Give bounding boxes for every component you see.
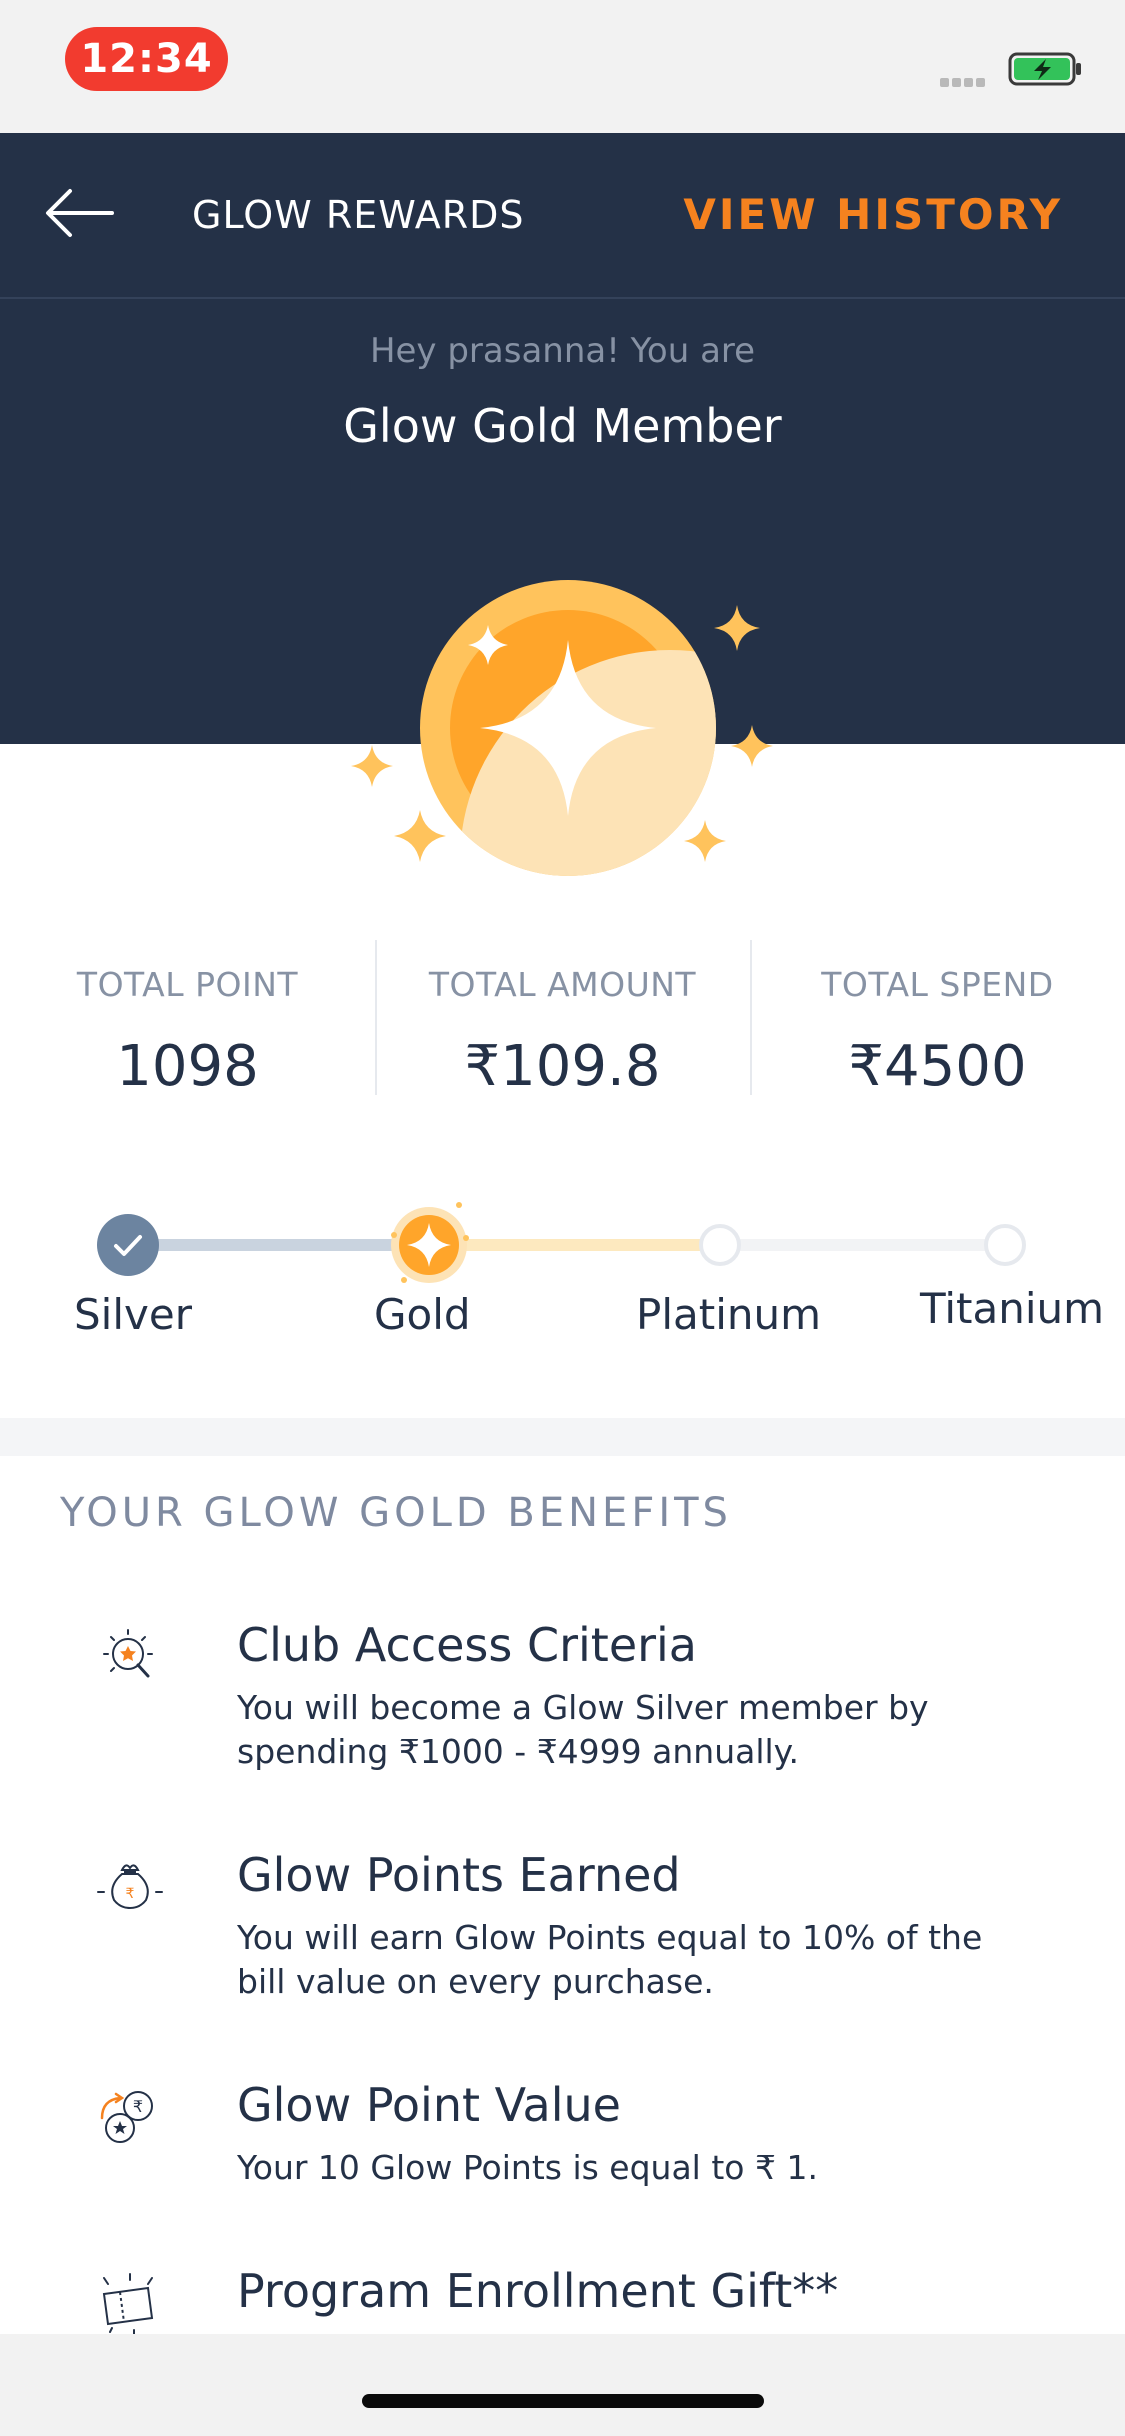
member-level: Glow Gold Member xyxy=(343,399,782,453)
tier-label-titanium: Titanium xyxy=(920,1284,1105,1333)
benefit-title: Glow Points Earned xyxy=(237,1848,681,1902)
gold-star-icon xyxy=(391,1202,469,1283)
tier-label-gold: Gold xyxy=(374,1290,471,1339)
benefit-title: Glow Point Value xyxy=(237,2078,621,2132)
benefits-heading: YOUR GLOW GOLD BENEFITS xyxy=(60,1490,732,1536)
arrow-left-icon xyxy=(46,189,114,237)
bottom-safe-area xyxy=(0,2334,1125,2436)
platinum-node-icon xyxy=(699,1224,741,1266)
stat-value: 1098 xyxy=(116,1034,259,1099)
battery-charging-icon xyxy=(1008,52,1081,86)
stat-total-spend: TOTAL SPEND ₹4500 xyxy=(750,935,1125,1100)
status-time: 12:34 xyxy=(65,27,228,91)
status-bar: 12:34 xyxy=(0,0,1125,133)
stat-value: ₹109.8 xyxy=(464,1034,661,1099)
stat-value: ₹4500 xyxy=(848,1034,1027,1099)
page-title: GLOW REWARDS xyxy=(192,193,525,237)
home-indicator[interactable] xyxy=(362,2394,764,2408)
gold-star-medal-icon xyxy=(351,580,773,876)
svg-text:₹: ₹ xyxy=(126,1886,135,1902)
signal-icon xyxy=(940,72,988,91)
benefit-description: Your 10 Glow Points is equal to ₹ 1. xyxy=(237,2148,818,2187)
tier-label-silver: Silver xyxy=(74,1290,192,1339)
star-badge-icon xyxy=(103,1629,153,1678)
tier-progress: Silver Gold Platinum Titanium xyxy=(0,1190,1125,1350)
greeting-text: Hey prasanna! You are xyxy=(369,331,756,371)
money-bag-icon: ₹ xyxy=(97,1864,163,1910)
back-button[interactable] xyxy=(40,173,120,253)
silver-check-icon xyxy=(97,1214,159,1276)
coin-exchange-icon: ₹ xyxy=(100,2091,153,2143)
tier-label-platinum: Platinum xyxy=(636,1290,822,1339)
benefit-description: You will become a Glow Silver member by … xyxy=(237,1688,929,1771)
track-platinum-titanium xyxy=(720,1239,1005,1251)
stat-total-amount: TOTAL AMOUNT ₹109.8 xyxy=(375,935,750,1100)
svg-text:₹: ₹ xyxy=(133,2097,143,2116)
stat-label: TOTAL SPEND xyxy=(821,965,1054,1004)
benefit-description: You will earn Glow Points equal to 10% o… xyxy=(237,1918,983,2001)
benefit-title: Program Enrollment Gift** xyxy=(237,2264,839,2318)
view-history-button[interactable]: VIEW HISTORY xyxy=(683,175,1063,255)
app-header: GLOW REWARDS VIEW HISTORY xyxy=(0,133,1125,299)
stat-label: TOTAL POINT xyxy=(76,965,299,1004)
stat-total-point: TOTAL POINT 1098 xyxy=(0,935,375,1100)
stats-row: TOTAL POINT 1098 TOTAL AMOUNT ₹109.8 TOT… xyxy=(0,935,1125,1100)
benefit-title: Club Access Criteria xyxy=(237,1618,697,1672)
gift-ticket-icon xyxy=(102,2273,154,2337)
section-divider xyxy=(0,1418,1125,1456)
titanium-node-icon xyxy=(984,1224,1026,1266)
stat-label: TOTAL AMOUNT xyxy=(428,965,697,1004)
